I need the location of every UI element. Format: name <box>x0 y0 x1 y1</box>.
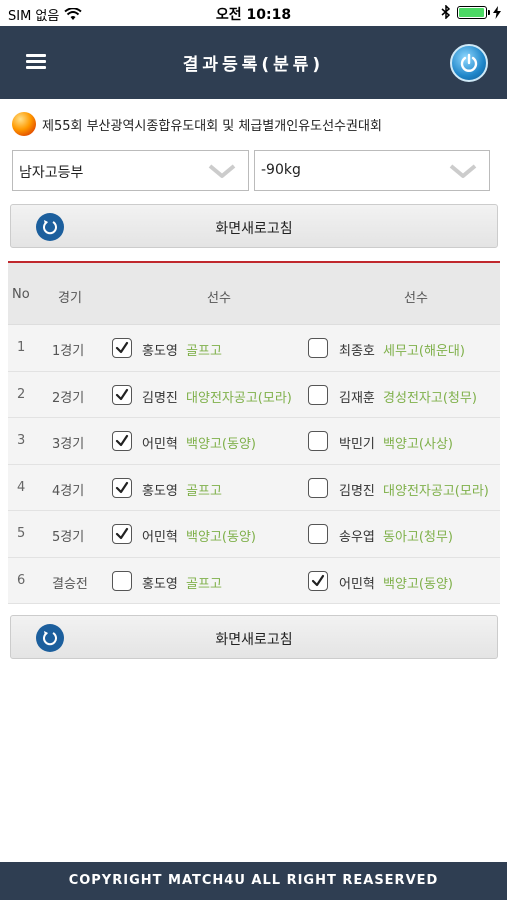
row-no: 3 <box>17 433 26 448</box>
player2-cell: 최종호 세무고(해운대) <box>339 340 465 359</box>
results-table: No 경기 선수 선수 1 1경기 홍도영 골프고 최종호 세무고(해운대) 2 2경기 김… <box>8 261 500 604</box>
player1-name: 홍도영 <box>142 344 178 359</box>
player2-cell: 김명진 대양전자공고(모라) <box>339 480 489 499</box>
chevron-down-icon <box>208 164 236 178</box>
player1-name: 김명진 <box>142 390 178 406</box>
refresh-button-bottom[interactable]: 화면새로고침 <box>10 615 498 659</box>
player2-name: 박민기 <box>339 437 375 452</box>
row-no: 6 <box>17 572 26 588</box>
event-title-text: 제55회 부산광역시종합유도대회 및 체급별개인유도선수권대회 <box>42 118 382 134</box>
row-no: 5 <box>17 526 26 541</box>
player2-checkbox[interactable] <box>308 431 328 451</box>
player2-name: 최종호 <box>339 344 375 359</box>
header-player1: 선수 <box>207 291 231 306</box>
table-body: 1 1경기 홍도영 골프고 최종호 세무고(해운대) 2 2경기 김명진 대양전자공고(모라… <box>8 325 500 604</box>
player1-school: 대양전자공고(모라) <box>186 390 292 406</box>
page-title: 결과등록(분류) <box>182 55 325 75</box>
player1-cell: 홍도영 골프고 <box>142 340 222 359</box>
charging-icon <box>493 5 501 19</box>
player1-cell: 어민혁 백양고(동양) <box>142 526 256 545</box>
chevron-down-icon <box>449 164 477 178</box>
player2-name: 송우엽 <box>339 530 375 545</box>
player2-cell: 박민기 백양고(사상) <box>339 433 453 452</box>
status-bar: SIM 없음 오전 10:18 <box>0 0 507 26</box>
player1-checkbox[interactable] <box>112 570 132 591</box>
player2-school: 대양전자공고(모라) <box>383 483 489 499</box>
table-row: 2 2경기 김명진 대양전자공고(모라) 김재훈 경성전자고(청무) <box>8 371 500 418</box>
player1-school: 골프고 <box>186 483 222 499</box>
player2-checkbox[interactable] <box>308 524 328 544</box>
player1-cell: 어민혁 백양고(동양) <box>142 433 256 452</box>
row-no: 4 <box>17 479 26 495</box>
player2-checkbox[interactable] <box>308 570 328 591</box>
player2-cell: 김재훈 경성전자고(청무) <box>339 387 477 406</box>
power-icon[interactable] <box>450 44 488 82</box>
player2-school: 경성전자고(청무) <box>383 390 477 406</box>
player1-checkbox[interactable] <box>112 477 132 498</box>
player2-school: 백양고(동양) <box>383 576 453 592</box>
player1-school: 골프고 <box>186 576 222 592</box>
player2-checkbox[interactable] <box>308 338 328 358</box>
player1-school: 골프고 <box>186 344 222 359</box>
weight-select[interactable]: -90kg <box>254 150 490 191</box>
player1-checkbox[interactable] <box>112 338 132 358</box>
player1-name: 어민혁 <box>142 437 178 452</box>
header-game: 경기 <box>58 291 82 306</box>
player1-cell: 홍도영 골프고 <box>142 573 222 592</box>
player2-cell: 송우엽 동아고(청무) <box>339 526 453 545</box>
player2-name: 김명진 <box>339 483 375 499</box>
refresh-button[interactable]: 화면새로고침 <box>10 204 498 248</box>
player1-checkbox[interactable] <box>112 384 132 405</box>
refresh-label: 화면새로고침 <box>215 632 293 648</box>
table-row: 1 1경기 홍도영 골프고 최종호 세무고(해운대) <box>8 325 500 372</box>
player2-checkbox[interactable] <box>308 477 328 498</box>
row-game: 1경기 <box>52 344 85 359</box>
player2-name: 어민혁 <box>339 576 375 592</box>
division-value: 남자고등부 <box>19 165 84 181</box>
orange-ball-icon <box>12 112 36 136</box>
footer-copyright: COPYRIGHT MATCH4U ALL RIGHT REASERVED <box>0 862 507 900</box>
battery-icon <box>457 5 490 19</box>
weight-value: -90kg <box>261 162 301 178</box>
app-header: 결과등록(분류) <box>0 26 507 99</box>
player2-checkbox[interactable] <box>308 384 328 405</box>
header-no: No <box>12 287 30 302</box>
player2-school: 세무고(해운대) <box>383 344 465 359</box>
division-select[interactable]: 남자고등부 <box>12 150 249 191</box>
row-game: 4경기 <box>52 483 85 499</box>
player1-checkbox[interactable] <box>112 524 132 544</box>
player2-name: 김재훈 <box>339 390 375 406</box>
row-game: 3경기 <box>52 437 85 452</box>
player1-cell: 김명진 대양전자공고(모라) <box>142 387 292 406</box>
refresh-label: 화면새로고침 <box>215 221 293 237</box>
table-row: 5 5경기 어민혁 백양고(동양) 송우엽 동아고(청무) <box>8 511 500 558</box>
player1-checkbox[interactable] <box>112 431 132 451</box>
player1-name: 어민혁 <box>142 530 178 545</box>
row-game: 결승전 <box>52 576 88 592</box>
player1-name: 홍도영 <box>142 576 178 592</box>
table-row: 3 3경기 어민혁 백양고(동양) 박민기 백양고(사상) <box>8 418 500 465</box>
bluetooth-icon <box>441 5 451 19</box>
player1-school: 백양고(동양) <box>186 530 256 545</box>
event-title: 제55회 부산광역시종합유도대회 및 체급별개인유도선수권대회 <box>12 112 382 136</box>
row-no: 1 <box>17 340 26 355</box>
header-player2: 선수 <box>404 291 428 306</box>
player2-school: 동아고(청무) <box>383 530 453 545</box>
row-game: 5경기 <box>52 530 85 545</box>
table-header: No 경기 선수 선수 <box>8 263 500 325</box>
row-game: 2경기 <box>52 390 85 406</box>
battery-fill <box>459 7 484 17</box>
row-no: 2 <box>17 386 26 402</box>
player1-cell: 홍도영 골프고 <box>142 480 222 499</box>
player2-school: 백양고(사상) <box>383 437 453 452</box>
status-right <box>441 5 501 19</box>
player2-cell: 어민혁 백양고(동양) <box>339 573 453 592</box>
table-row: 4 4경기 홍도영 골프고 김명진 대양전자공고(모라) <box>8 464 500 511</box>
clock: 오전 10:18 <box>215 7 292 23</box>
table-row: 6 결승전 홍도영 골프고 어민혁 백양고(동양) <box>8 557 500 604</box>
player1-school: 백양고(동양) <box>186 437 256 452</box>
player1-name: 홍도영 <box>142 483 178 499</box>
